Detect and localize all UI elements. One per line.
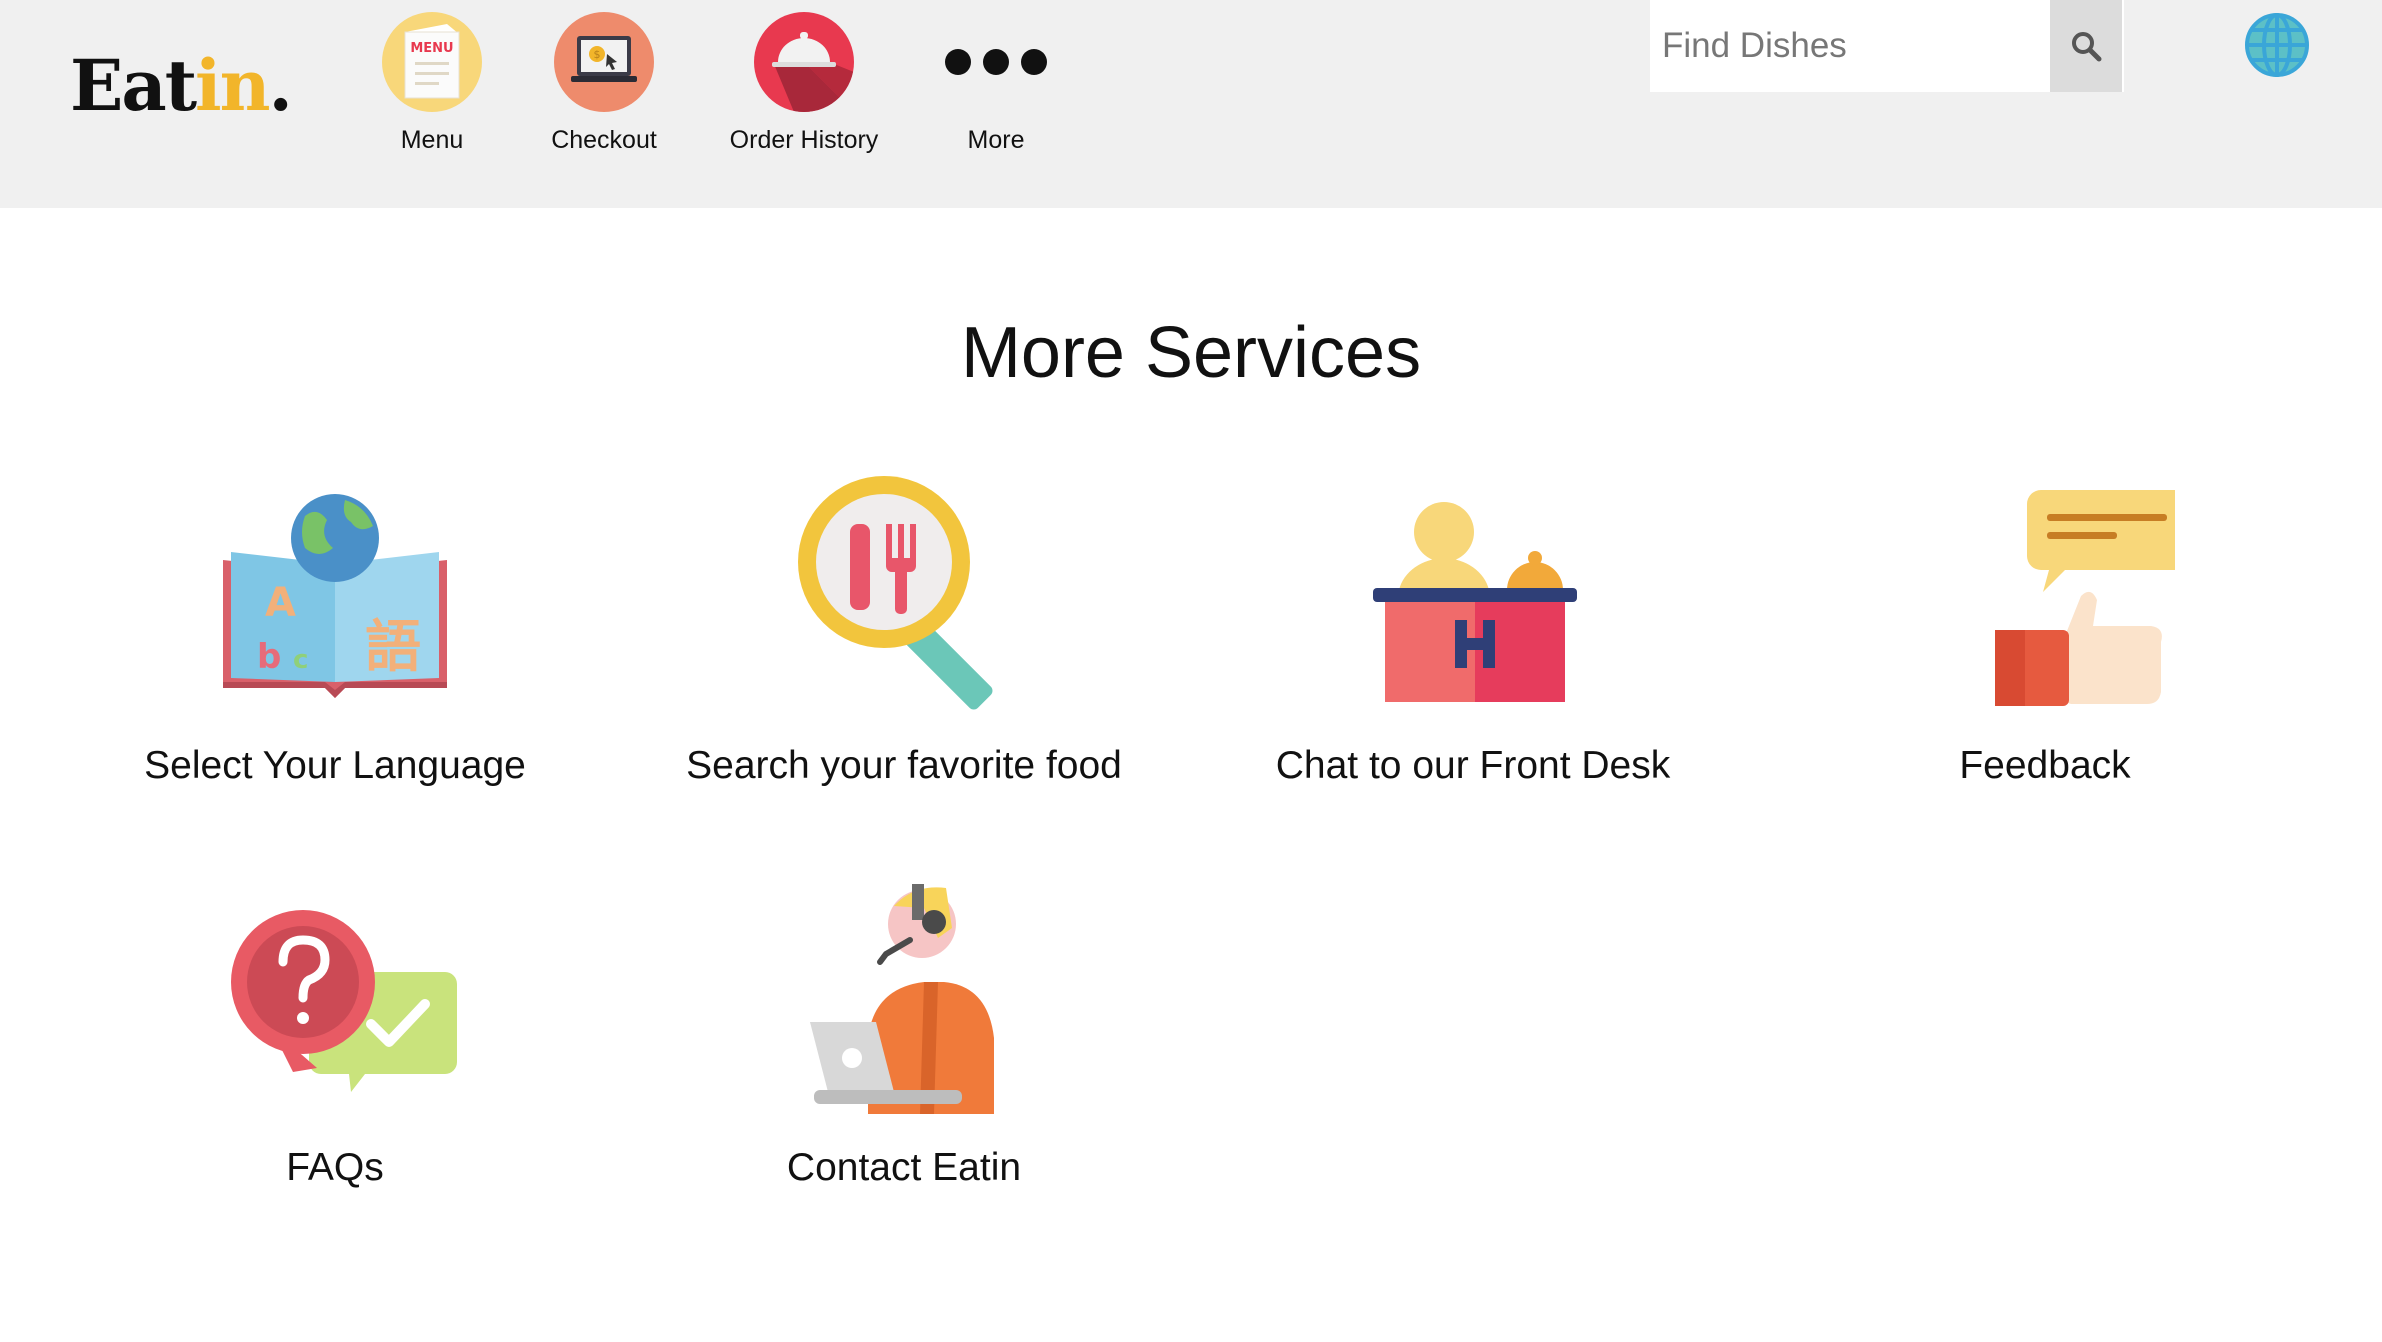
more-dots-icon (911, 12, 1081, 112)
feedback-thumbs-up-icon (1915, 476, 2191, 736)
language-globe-button[interactable] (2244, 12, 2310, 78)
svg-text:$: $ (594, 48, 601, 61)
nav-more[interactable]: More (911, 12, 1081, 155)
eatin-logo[interactable]: Eatin. (70, 44, 293, 127)
nav-more-label: More (967, 126, 1025, 154)
service-feedback[interactable]: Feedback (1765, 476, 2325, 788)
language-book-icon: A b c 語 (205, 476, 465, 736)
search-bar (1650, 0, 2124, 92)
nav-menu-label: Menu (400, 126, 464, 154)
support-agent-icon (774, 878, 1034, 1138)
search-icon (2072, 32, 2102, 62)
nav-menu[interactable]: MENU Menu (347, 12, 517, 155)
nav-checkout[interactable]: $ Checkout (519, 12, 689, 155)
service-label: Feedback (1959, 744, 2131, 787)
service-label: FAQs (286, 1146, 384, 1189)
service-search-food[interactable]: Search your favorite food (624, 476, 1184, 788)
nav-order-history[interactable]: Order History (719, 12, 889, 155)
service-select-language[interactable]: A b c 語 Select Your Language (55, 476, 615, 788)
service-label: Contact Eatin (786, 1146, 1022, 1189)
service-label: Search your favorite food (686, 744, 1122, 787)
svg-text:MENU: MENU (410, 41, 453, 56)
svg-text:A: A (265, 580, 296, 626)
page-title: More Services (960, 313, 1422, 393)
globe-icon (2245, 13, 2309, 77)
service-faqs[interactable]: FAQs (55, 878, 615, 1190)
service-contact-eatin[interactable]: Contact Eatin (624, 878, 1184, 1190)
top-navigation-bar: Eatin. MENU Menu $ Checkout Order Histor… (0, 0, 2382, 208)
cloche-icon (754, 12, 854, 112)
menu-card-icon: MENU (382, 12, 482, 112)
checkout-laptop-icon: $ (554, 12, 654, 112)
nav-order-history-label: Order History (729, 126, 879, 154)
service-front-desk-chat[interactable]: Chat to our Front Desk (1193, 476, 1753, 788)
service-label: Select Your Language (144, 744, 526, 787)
svg-text:c: c (293, 645, 308, 675)
food-search-icon (774, 476, 1034, 736)
search-input[interactable] (1650, 0, 2050, 92)
svg-text:b: b (257, 637, 281, 677)
svg-text:語: 語 (365, 615, 421, 680)
nav-checkout-label: Checkout (551, 126, 657, 154)
service-label: Chat to our Front Desk (1275, 744, 1671, 787)
search-button[interactable] (2050, 0, 2122, 92)
front-desk-icon (1343, 476, 1603, 736)
faq-icon (205, 878, 465, 1138)
